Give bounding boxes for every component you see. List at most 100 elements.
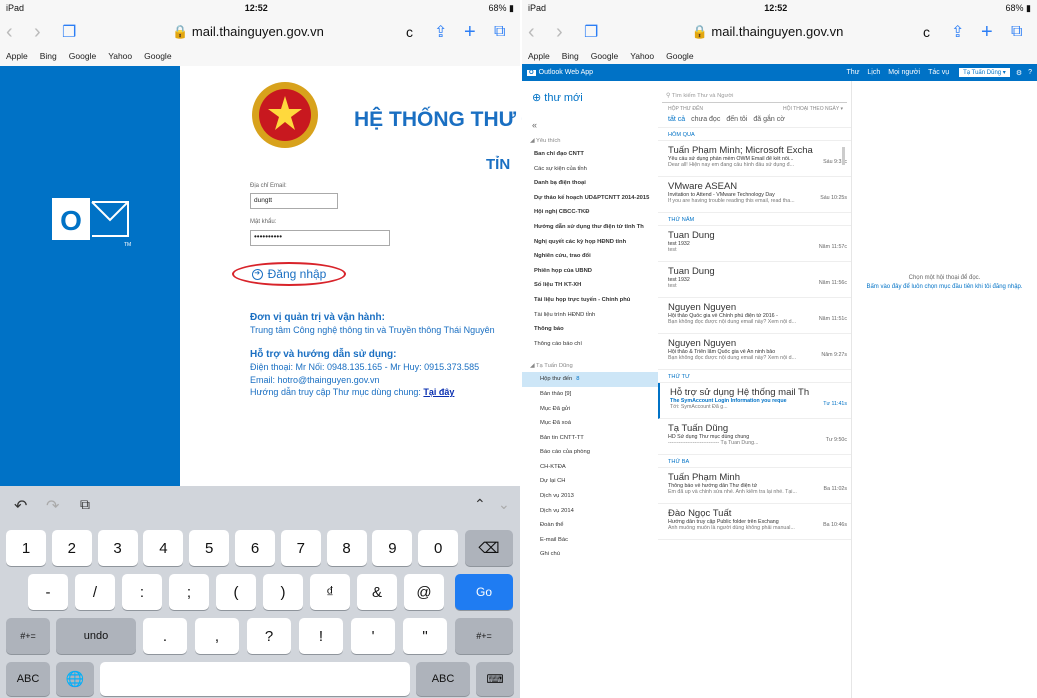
key[interactable]: ": [403, 618, 447, 654]
key[interactable]: &: [357, 574, 397, 610]
favorite-folder[interactable]: Thông báo: [522, 322, 658, 337]
login-button[interactable]: ➜ Đăng nhập: [232, 262, 346, 286]
prev-field-icon[interactable]: ⌃: [474, 496, 486, 513]
message-item[interactable]: Hỗ trợ sử dụng Hệ thống mail Th The SymAc…: [658, 383, 851, 419]
key[interactable]: ;: [169, 574, 209, 610]
nav-item[interactable]: Tác vụ: [928, 69, 949, 76]
key[interactable]: ?: [247, 618, 291, 654]
reload-icon[interactable]: c: [923, 24, 951, 40]
key[interactable]: 5: [189, 530, 230, 566]
bookmark-item[interactable]: Google: [591, 51, 618, 61]
bookmarks-icon[interactable]: ❐: [62, 22, 90, 42]
undo-key[interactable]: undo: [56, 618, 136, 654]
filter-all[interactable]: tất cả: [668, 116, 685, 123]
abc-key-right[interactable]: ABC: [416, 662, 470, 696]
mail-folder[interactable]: Ghi chú: [522, 547, 658, 562]
favorite-folder[interactable]: Tài liệu trình HĐND tỉnh: [522, 308, 658, 323]
message-item[interactable]: Tạ Tuấn Dũng HD Sử dụng Thư mục dùng chun…: [658, 419, 851, 455]
mail-folder[interactable]: Mục Đã gửi: [522, 402, 658, 417]
key[interactable]: 0: [418, 530, 459, 566]
favorite-folder[interactable]: Phiên họp của UBND: [522, 264, 658, 279]
back-icon[interactable]: ‹: [528, 21, 556, 44]
go-key[interactable]: Go: [455, 574, 513, 610]
message-item[interactable]: Nguyen Nguyen Hội thảo & Triển lãm Quốc g…: [658, 334, 851, 370]
message-item[interactable]: VMware ASEAN Invitation to Attend - VMwar…: [658, 177, 851, 213]
redo-icon[interactable]: ↷: [46, 496, 59, 516]
key[interactable]: @: [404, 574, 444, 610]
mail-folder[interactable]: Hộp thư đến 8: [522, 372, 658, 387]
message-item[interactable]: Đào Ngọc Tuất Hướng dẫn truy cập Public f…: [658, 504, 851, 540]
mail-folder[interactable]: Mục Đã xoá: [522, 416, 658, 431]
share-icon[interactable]: ⇪: [434, 22, 464, 42]
nav-item[interactable]: Lịch: [867, 69, 880, 76]
message-item[interactable]: Tuấn Phạm Minh; Microsoft Excha Yêu cầu s…: [658, 141, 851, 177]
address-bar[interactable]: 🔒 mail.thainguyen.gov.vn: [90, 24, 406, 40]
favorite-folder[interactable]: Danh bạ điện thoại: [522, 176, 658, 191]
mail-folder[interactable]: Dịch vụ 2014: [522, 504, 658, 519]
filter-flagged[interactable]: đã gắn cờ: [753, 116, 784, 123]
key[interactable]: ': [351, 618, 395, 654]
hide-keyboard-key[interactable]: ⌨: [476, 662, 514, 696]
mail-folder[interactable]: Bản thảo [9]: [522, 387, 658, 402]
new-tab-icon[interactable]: +: [464, 21, 494, 44]
paste-icon[interactable]: ⧉: [80, 496, 90, 513]
forward-icon[interactable]: ›: [556, 21, 584, 44]
scrollbar[interactable]: [842, 147, 845, 165]
symbols-key-left[interactable]: #+=: [6, 618, 50, 654]
password-field[interactable]: ••••••••••: [250, 230, 390, 246]
bookmark-item[interactable]: Google: [144, 51, 171, 61]
key[interactable]: ₫: [310, 574, 350, 610]
bookmark-item[interactable]: Yahoo: [630, 51, 654, 61]
new-mail-button[interactable]: ⊕ thư mới: [522, 81, 658, 104]
space-key[interactable]: [100, 662, 410, 696]
key[interactable]: (: [216, 574, 256, 610]
undo-icon[interactable]: ↶: [14, 496, 27, 516]
tabs-icon[interactable]: ⧉: [494, 23, 514, 41]
favorite-folder[interactable]: Tài liệu họp trực tuyến - Chính phủ: [522, 293, 658, 308]
message-item[interactable]: Tuan Dung test 1932 test Năm 11:57c: [658, 226, 851, 262]
message-item[interactable]: Tuấn Phạm Minh Thông báo về hướng dẫn Thư…: [658, 468, 851, 504]
nav-item[interactable]: Mọi người: [888, 69, 920, 76]
key[interactable]: 8: [326, 530, 367, 566]
mail-folder[interactable]: Dịch vụ 2013: [522, 489, 658, 504]
favorite-folder[interactable]: Số liệu TH KT-XH: [522, 278, 658, 293]
reload-icon[interactable]: c: [406, 24, 434, 40]
key[interactable]: ): [263, 574, 303, 610]
search-box[interactable]: ⚲ Tìm kiếm Thư và Người: [662, 91, 847, 103]
favorite-folder[interactable]: Nghị quyết các kỳ họp HĐND tỉnh: [522, 235, 658, 250]
favorite-folder[interactable]: Hướng dẫn sử dụng thư điện tử tỉnh Th: [522, 220, 658, 235]
share-icon[interactable]: ⇪: [951, 22, 981, 42]
mail-folder[interactable]: Báo cáo của phòng: [522, 445, 658, 460]
message-item[interactable]: Nguyen Nguyen Hội thảo Quốc gia về Chính …: [658, 298, 851, 334]
help-icon[interactable]: ?: [1028, 69, 1032, 76]
back-icon[interactable]: ‹: [6, 21, 34, 44]
message-item[interactable]: Tuan Dung test 1932 test Năm 11:56c: [658, 262, 851, 298]
favorite-folder[interactable]: Ban chỉ đạo CNTT: [522, 147, 658, 162]
key[interactable]: ,: [195, 618, 239, 654]
forward-icon[interactable]: ›: [34, 21, 62, 44]
settings-icon[interactable]: ⚙: [1016, 69, 1022, 77]
key[interactable]: 7: [280, 530, 321, 566]
mail-folder[interactable]: CH-KTĐA: [522, 460, 658, 475]
mailbox-header[interactable]: ◢ Tạ Tuấn Dũng: [522, 351, 658, 372]
favorite-folder[interactable]: Dự thảo kế hoạch UD&PTCNTT 2014-2015: [522, 191, 658, 206]
user-menu[interactable]: Tạ Tuấn Dũng ▾: [959, 68, 1010, 77]
favorites-header[interactable]: ◢ Yêu thích: [522, 130, 658, 147]
bookmark-item[interactable]: Google: [69, 51, 96, 61]
sort-dropdown[interactable]: HỘI THOẠI THEO NGÀY ▾: [783, 106, 843, 112]
key[interactable]: :: [122, 574, 162, 610]
bookmark-item[interactable]: Google: [666, 51, 693, 61]
bookmark-item[interactable]: Bing: [562, 51, 579, 61]
bookmark-item[interactable]: Yahoo: [108, 51, 132, 61]
favorite-folder[interactable]: Nghiên cứu, trao đổi: [522, 249, 658, 264]
key[interactable]: -: [28, 574, 68, 610]
key[interactable]: 3: [97, 530, 138, 566]
next-field-icon[interactable]: ⌄: [498, 496, 510, 513]
guide-link[interactable]: Tại đây: [423, 387, 454, 397]
favorite-folder[interactable]: Thông cáo báo chí: [522, 337, 658, 352]
abc-key-left[interactable]: ABC: [6, 662, 50, 696]
tabs-icon[interactable]: ⧉: [1011, 23, 1031, 41]
address-bar[interactable]: 🔒 mail.thainguyen.gov.vn: [612, 24, 923, 40]
key[interactable]: /: [75, 574, 115, 610]
key[interactable]: 2: [51, 530, 92, 566]
